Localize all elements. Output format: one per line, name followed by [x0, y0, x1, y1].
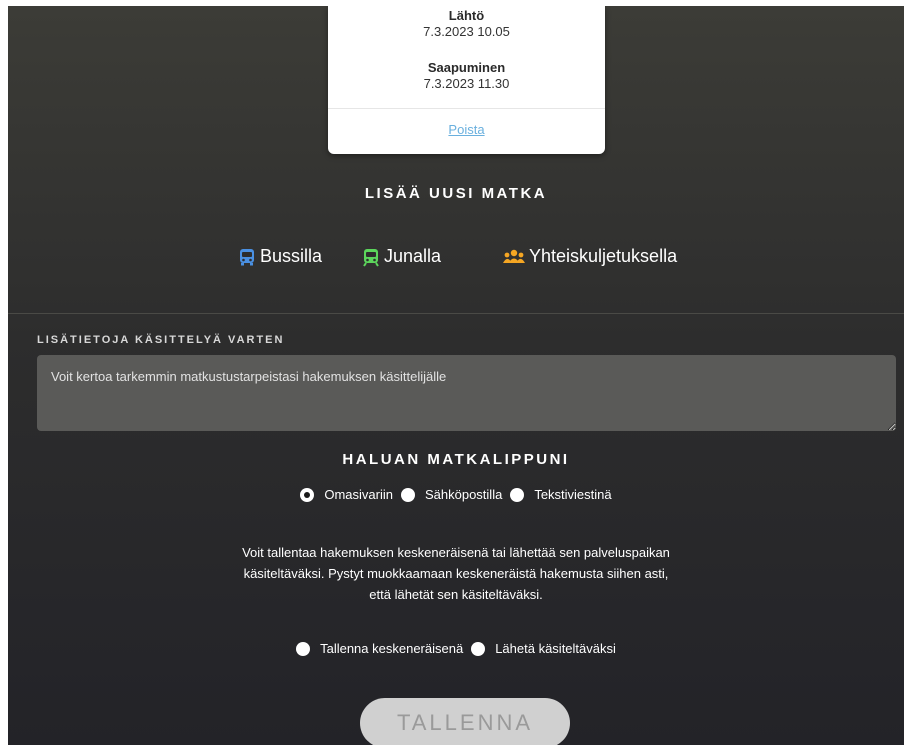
save-button[interactable]: TALLENNA — [360, 698, 570, 745]
departure-block: Lähtö 7.3.2023 10.05 — [328, 8, 605, 40]
ticket-option-email[interactable]: Sähköpostilla — [400, 487, 503, 502]
section-divider — [8, 313, 904, 314]
departure-value: 7.3.2023 10.05 — [423, 24, 510, 39]
radio-unchecked-icon[interactable] — [510, 487, 525, 502]
ticket-option-omasivu[interactable]: Omasivariin — [300, 487, 393, 502]
ticket-delivery-heading: HALUAN MATKALIPPUNI — [342, 451, 570, 468]
ticket-option-label: Tekstiviestinä — [534, 487, 612, 502]
train-icon — [363, 248, 379, 267]
add-group-transport-button[interactable]: Yhteiskuljetuksella — [502, 246, 677, 267]
departure-label: Lähtö — [448, 8, 485, 23]
extra-info-label: LISÄTIETOJA KÄSITTELYÄ VARTEN — [37, 334, 285, 346]
trip-card: Lähtö 7.3.2023 10.05 Saapuminen 7.3.2023… — [328, 6, 605, 154]
add-bus-trip-button[interactable]: Bussilla — [237, 246, 322, 267]
help-line: käsiteltäväksi. Pystyt muokkaamaan keske… — [243, 566, 669, 581]
delete-trip-link[interactable]: Poista — [328, 122, 605, 137]
arrival-block: Saapuminen 7.3.2023 11.30 — [328, 60, 605, 92]
application-form-panel: Lähtö 7.3.2023 10.05 Saapuminen 7.3.2023… — [8, 6, 904, 745]
arrival-value: 7.3.2023 11.30 — [423, 76, 510, 91]
help-line: Voit tallentaa hakemuksen keskeneräisenä… — [242, 545, 670, 560]
ticket-option-sms[interactable]: Tekstiviestinä — [510, 487, 612, 502]
radio-checked-icon[interactable] — [300, 487, 315, 502]
transport-modes: Bussilla Junalla Yhteiskuljetuksella — [8, 246, 904, 270]
radio-unchecked-icon[interactable] — [471, 641, 486, 656]
group-icon — [503, 249, 525, 263]
train-label: Junalla — [384, 246, 442, 266]
submit-option-draft[interactable]: Tallenna keskeneräisenä — [296, 641, 463, 656]
ticket-option-label: Omasivariin — [324, 487, 393, 502]
bus-label: Bussilla — [260, 246, 323, 266]
radio-unchecked-icon[interactable] — [296, 641, 311, 656]
help-line: että lähetät sen käsiteltäväksi. — [369, 587, 543, 602]
card-divider — [328, 108, 605, 109]
arrival-label: Saapuminen — [427, 60, 506, 75]
group-transport-label: Yhteiskuljetuksella — [529, 246, 678, 266]
ticket-delivery-options: Omasivariin Sähköpostilla Tekstiviestinä — [8, 487, 904, 502]
submit-mode-options: Tallenna keskeneräisenä Lähetä käsiteltä… — [8, 641, 904, 656]
submit-option-label: Tallenna keskeneräisenä — [320, 641, 464, 656]
ticket-option-label: Sähköpostilla — [424, 487, 503, 502]
bus-icon — [240, 248, 254, 265]
radio-unchecked-icon[interactable] — [400, 487, 415, 502]
extra-info-textarea[interactable] — [37, 355, 896, 431]
add-train-trip-button[interactable]: Junalla — [361, 246, 441, 267]
add-trip-heading: LISÄÄ UUSI MATKA — [364, 185, 548, 202]
submit-option-send[interactable]: Lähetä käsiteltäväksi — [471, 641, 616, 656]
save-help-text: Voit tallentaa hakemuksen keskeneräisenä… — [8, 542, 904, 605]
submit-option-label: Lähetä käsiteltäväksi — [495, 641, 616, 656]
